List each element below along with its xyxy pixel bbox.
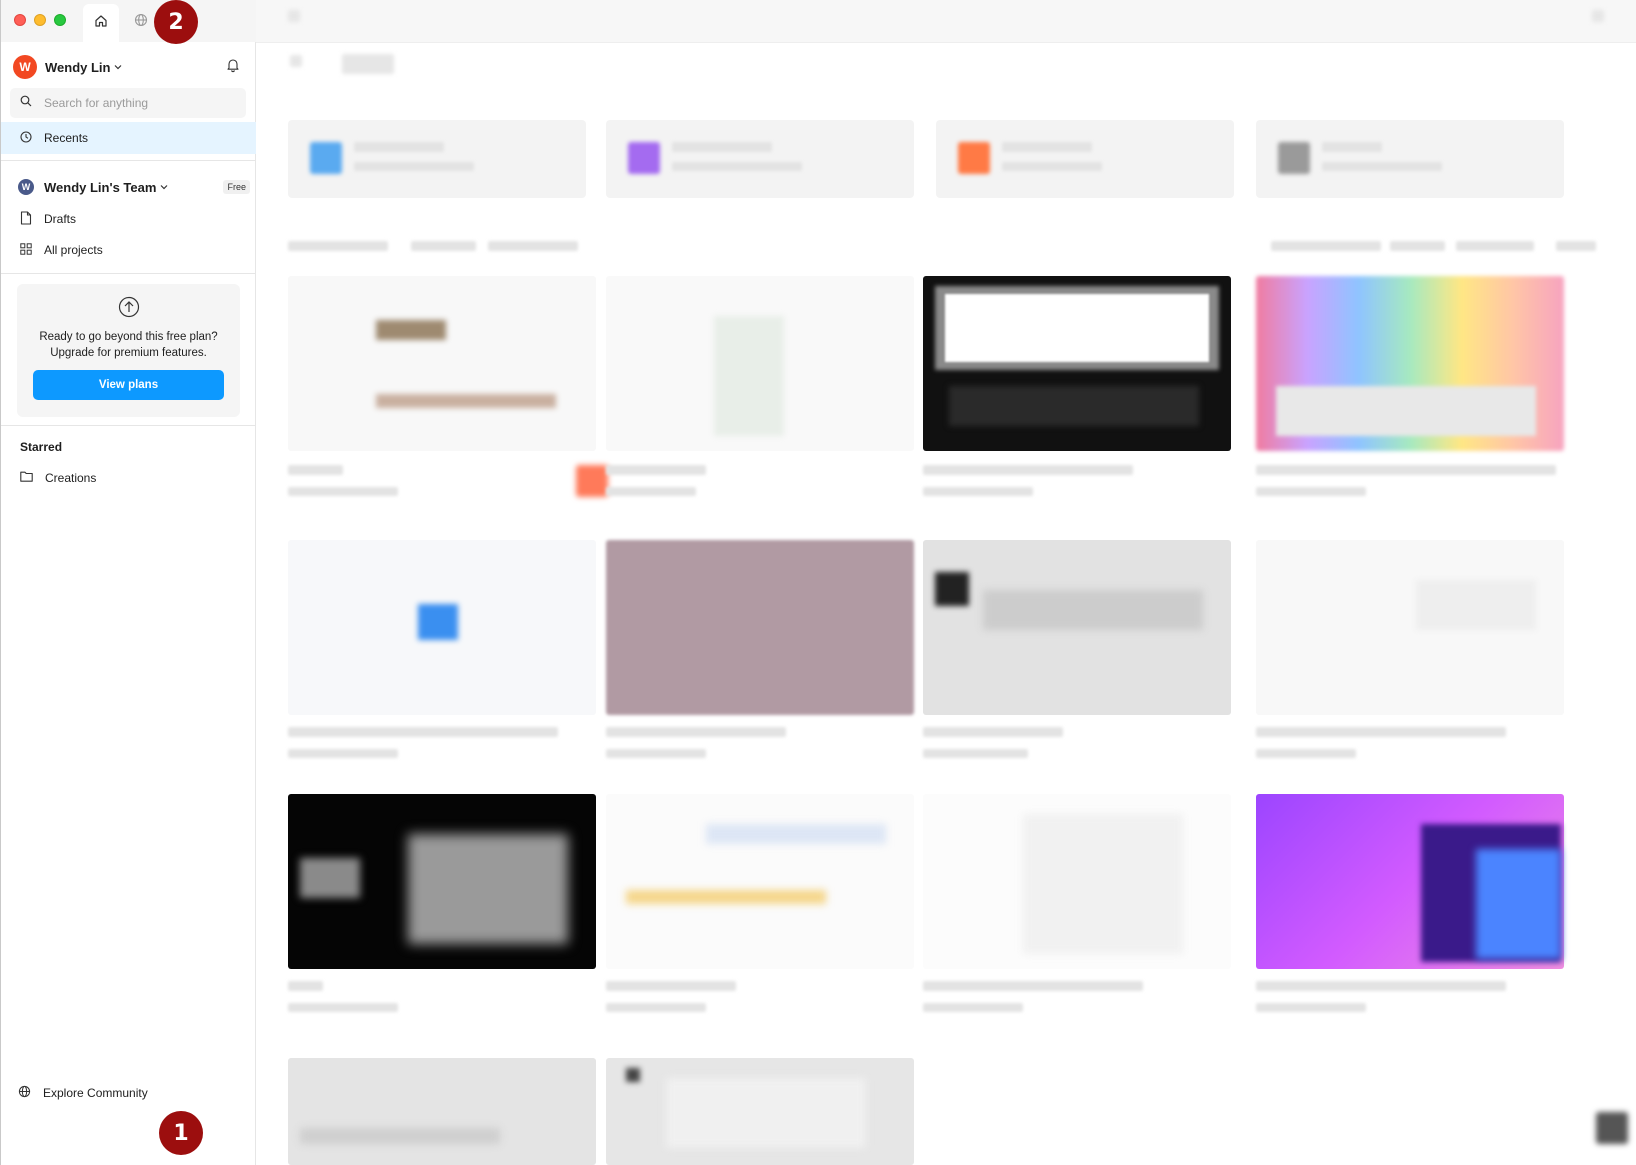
- upgrade-card: Ready to go beyond this free plan? Upgra…: [17, 284, 240, 417]
- file-thumbnail[interactable]: [288, 276, 596, 451]
- sidebar: W Wendy Lin Recents W Wendy Lin's Team: [1, 42, 256, 1165]
- blurred-sort: [1271, 241, 1381, 251]
- upgrade-line-1: Ready to go beyond this free plan?: [39, 331, 218, 343]
- file-thumbnail[interactable]: [606, 276, 914, 451]
- sidebar-item-all-projects[interactable]: All projects: [1, 234, 256, 266]
- file-thumbnail[interactable]: [606, 1058, 914, 1165]
- upload-circle-icon: [118, 296, 140, 318]
- blurred-filter: [488, 241, 578, 251]
- file-thumbnail[interactable]: [288, 794, 596, 969]
- search-input[interactable]: [42, 95, 226, 111]
- divider: [1, 273, 256, 274]
- file-thumbnail[interactable]: [288, 1058, 596, 1165]
- file-thumbnail[interactable]: [606, 540, 914, 715]
- file-thumbnail[interactable]: [1256, 540, 1564, 715]
- blurred-icon: [1278, 142, 1310, 174]
- home-icon: [94, 14, 108, 33]
- blurred-header-icon: [1592, 10, 1604, 22]
- upgrade-message: Ready to go beyond this free plan? Upgra…: [25, 329, 232, 361]
- blurred-title-icon: [290, 55, 302, 67]
- globe-icon: [134, 13, 148, 32]
- bell-icon[interactable]: [225, 57, 241, 78]
- file-thumbnail[interactable]: [1256, 794, 1564, 969]
- view-plans-button[interactable]: View plans: [33, 370, 224, 400]
- upgrade-line-2: Upgrade for premium features.: [50, 347, 207, 359]
- app-window: W Wendy Lin Recents W Wendy Lin's Team: [0, 0, 1636, 1165]
- globe-icon: [18, 1085, 31, 1101]
- blurred-sort: [1456, 241, 1534, 251]
- help-button[interactable]: [1596, 1112, 1628, 1144]
- plan-badge: Free: [223, 180, 250, 194]
- explore-community-link[interactable]: Explore Community: [1, 1077, 256, 1109]
- blurred-icon: [310, 142, 342, 174]
- file-icon: [20, 210, 32, 228]
- quick-action-card[interactable]: [606, 120, 914, 198]
- file-thumbnail[interactable]: [288, 540, 596, 715]
- user-name: Wendy Lin: [45, 59, 111, 75]
- main-content: [256, 0, 1636, 1165]
- search-icon: [20, 94, 32, 112]
- tab-community[interactable]: [127, 8, 155, 36]
- search-box[interactable]: [10, 88, 246, 118]
- sidebar-item-label: Creations: [45, 471, 97, 485]
- divider: [1, 160, 256, 161]
- sidebar-item-label: Recents: [44, 131, 89, 145]
- quick-action-card[interactable]: [288, 120, 586, 198]
- blurred-icon: [958, 142, 990, 174]
- tab-home[interactable]: [83, 4, 119, 42]
- file-thumbnail[interactable]: [1256, 276, 1564, 451]
- blurred-page-title: [342, 54, 394, 74]
- annotation-marker-2: 2: [154, 0, 198, 44]
- folder-icon: [20, 471, 33, 485]
- blurred-filter: [411, 241, 476, 251]
- explore-community-label: Explore Community: [43, 1086, 148, 1100]
- chevron-down-icon: [114, 64, 122, 70]
- sidebar-item-drafts[interactable]: Drafts: [1, 203, 256, 235]
- blurred-icon: [628, 142, 660, 174]
- maximize-window-button[interactable]: [54, 14, 66, 26]
- team-name: Wendy Lin's Team: [44, 179, 157, 195]
- sidebar-item-label: All projects: [44, 243, 103, 257]
- quick-action-card[interactable]: [1256, 120, 1564, 198]
- main-header: [256, 0, 1636, 43]
- clock-icon: [20, 130, 32, 146]
- file-thumbnail[interactable]: [923, 540, 1231, 715]
- minimize-window-button[interactable]: [34, 14, 46, 26]
- team-switcher[interactable]: W Wendy Lin's Team Free: [1, 171, 256, 203]
- blurred-sort: [1390, 241, 1445, 251]
- sidebar-item-creations[interactable]: Creations: [1, 462, 256, 494]
- blurred-header-icon: [288, 10, 300, 22]
- quick-action-card[interactable]: [936, 120, 1234, 198]
- chevron-down-icon: [160, 184, 168, 190]
- team-avatar: W: [18, 179, 34, 195]
- grid-icon: [20, 242, 32, 258]
- starred-heading: Starred: [20, 440, 63, 454]
- annotation-marker-1: 1: [159, 1111, 203, 1155]
- blurred-filter: [288, 241, 388, 251]
- avatar: W: [13, 55, 37, 79]
- file-thumbnail[interactable]: [923, 276, 1231, 451]
- close-window-button[interactable]: [14, 14, 26, 26]
- divider: [1, 425, 256, 426]
- title-bar: [1, 0, 256, 43]
- blurred-avatar: [576, 465, 608, 497]
- sidebar-item-recents[interactable]: Recents: [1, 122, 256, 154]
- user-menu[interactable]: W Wendy Lin: [13, 52, 243, 82]
- sidebar-item-label: Drafts: [44, 212, 77, 226]
- file-thumbnail[interactable]: [923, 794, 1231, 969]
- blurred-view-toggle: [1556, 241, 1596, 251]
- file-thumbnail[interactable]: [606, 794, 914, 969]
